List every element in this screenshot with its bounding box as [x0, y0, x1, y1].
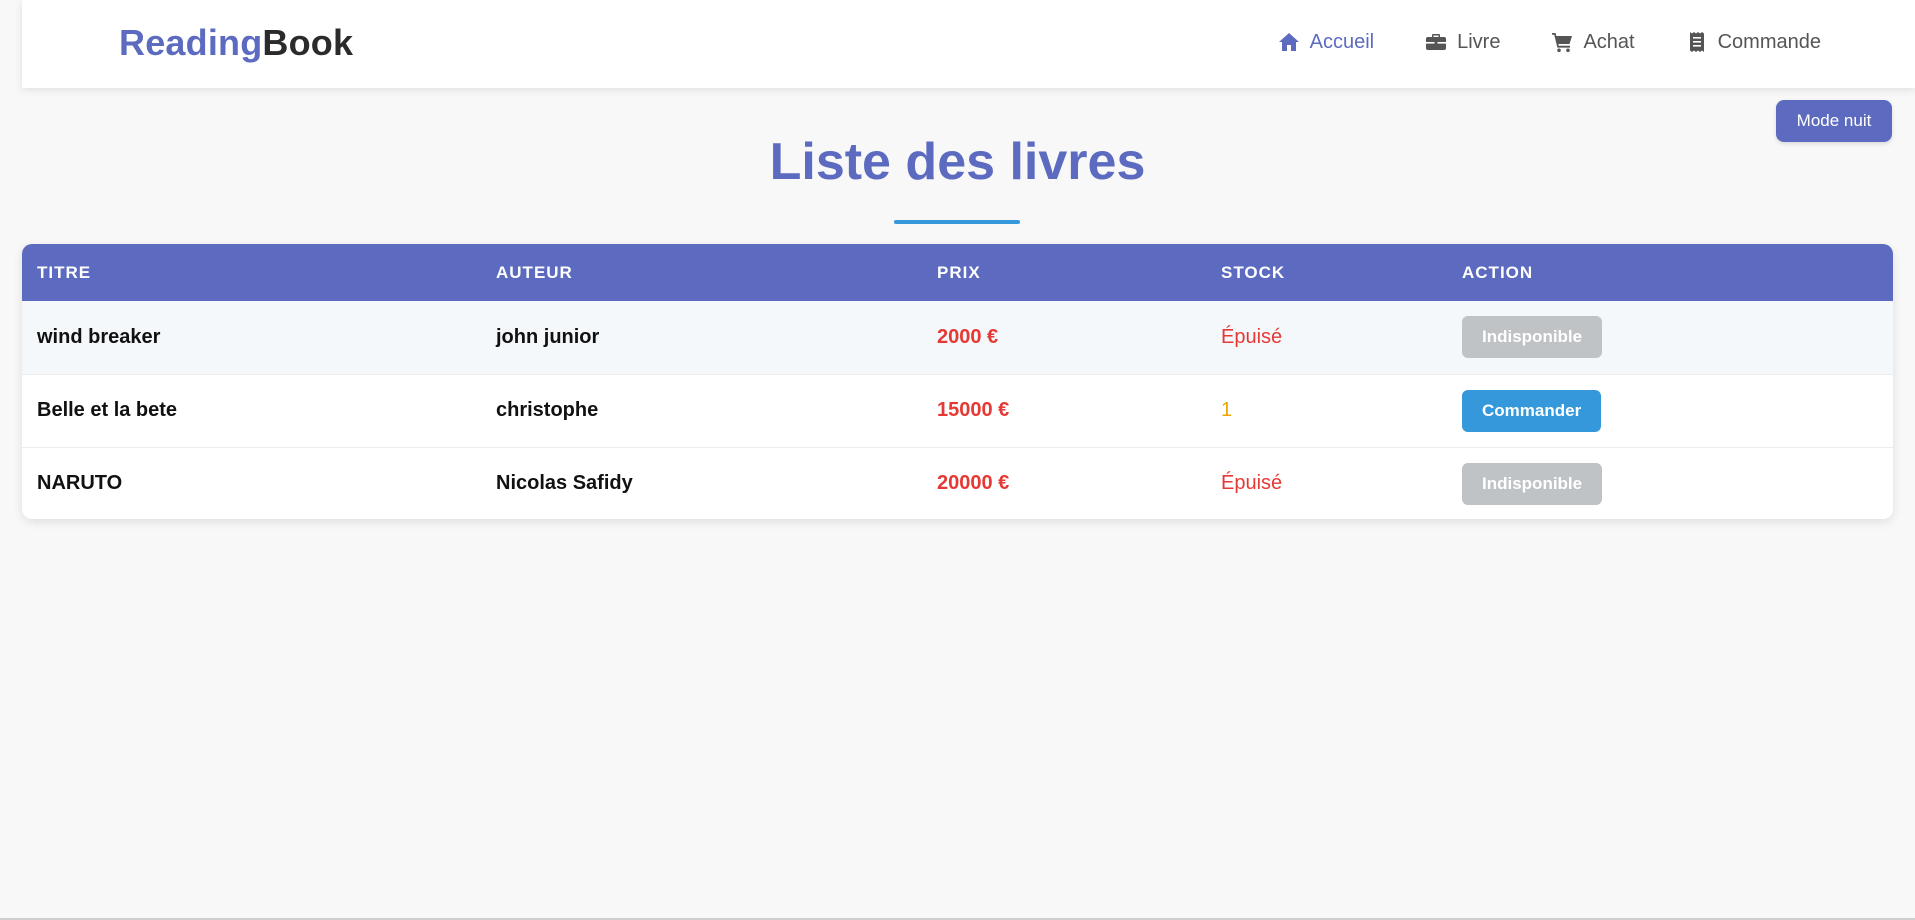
book-stock: Épuisé	[1221, 472, 1283, 495]
book-stock: Épuisé	[1221, 325, 1283, 348]
brand-part-book: Book	[262, 22, 354, 63]
book-title: NARUTO	[37, 472, 123, 495]
page: ReadingBook Accueil Livre Achat Commande…	[0, 0, 1915, 920]
book-action-cell: Commander	[1447, 374, 1893, 447]
navbar: ReadingBook Accueil Livre Achat Commande	[22, 0, 1915, 88]
book-author: john junior	[496, 325, 600, 348]
order-button[interactable]: Commander	[1462, 389, 1602, 432]
book-action-cell: Indisponible	[1447, 301, 1893, 374]
column-header-prix: PRIX	[937, 262, 981, 282]
books-table-card: TITRE AUTEUR PRIX STOCK ACTION wind brea…	[22, 244, 1893, 519]
unavailable-button[interactable]: Indisponible	[1462, 462, 1603, 505]
book-author: christophe	[496, 399, 599, 421]
nav-item-livre[interactable]: Livre	[1424, 30, 1500, 54]
receipt-icon	[1685, 30, 1709, 54]
book-price: 15000 €	[937, 399, 1010, 421]
title-underline	[894, 220, 1020, 224]
book-author: Nicolas Safidy	[496, 472, 633, 495]
nav-item-achat[interactable]: Achat	[1550, 30, 1635, 54]
nav-item-accueil[interactable]: Accueil	[1277, 30, 1374, 54]
table-row: wind breaker john junior 2000 € Épuisé I…	[22, 301, 1893, 374]
page-title: Liste des livres	[769, 133, 1146, 191]
table-row: NARUTO Nicolas Safidy 20000 € Épuisé Ind…	[22, 447, 1893, 519]
table-header-row: TITRE AUTEUR PRIX STOCK ACTION	[22, 244, 1893, 301]
book-price: 20000 €	[937, 472, 1010, 495]
brand-logo[interactable]: ReadingBook	[119, 22, 353, 64]
nav-item-commande[interactable]: Commande	[1685, 30, 1821, 54]
column-header-action: ACTION	[1462, 262, 1534, 282]
book-title: wind breaker	[37, 325, 161, 348]
main-nav: Accueil Livre Achat Commande	[1277, 30, 1821, 54]
column-header-stock: STOCK	[1221, 262, 1286, 282]
book-action-cell: Indisponible	[1447, 447, 1893, 519]
table-row: Belle et la bete christophe 15000 € 1 Co…	[22, 374, 1893, 447]
books-table: TITRE AUTEUR PRIX STOCK ACTION wind brea…	[22, 244, 1893, 519]
nav-item-label: Accueil	[1309, 30, 1375, 53]
book-stock: 1	[1221, 399, 1233, 421]
book-title: Belle et la bete	[37, 399, 178, 421]
column-header-titre: TITRE	[37, 262, 92, 282]
briefcase-icon	[1424, 30, 1448, 54]
cart-icon	[1550, 30, 1574, 54]
nav-item-label: Commande	[1717, 30, 1821, 53]
nav-item-label: Achat	[1583, 30, 1635, 53]
column-header-auteur: AUTEUR	[496, 262, 573, 282]
brand-part-reading: Reading	[119, 22, 263, 63]
home-icon	[1277, 30, 1301, 54]
unavailable-button[interactable]: Indisponible	[1462, 316, 1603, 359]
book-price: 2000 €	[937, 325, 999, 348]
nav-item-label: Livre	[1457, 30, 1501, 53]
